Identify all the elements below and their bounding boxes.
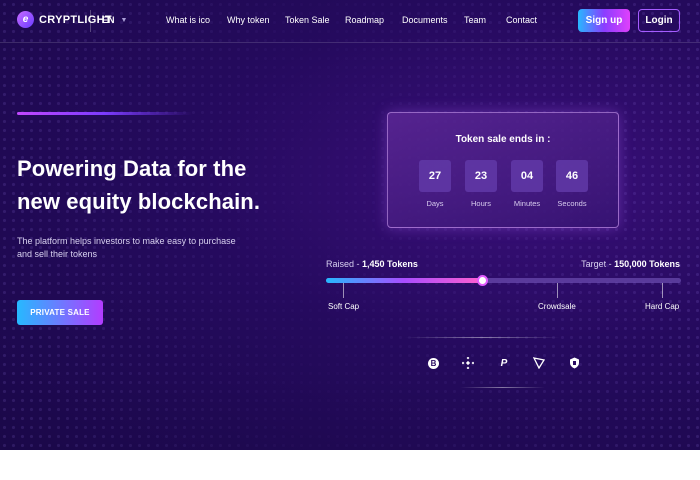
signup-button[interactable]: Sign up bbox=[578, 9, 630, 32]
divider-line bbox=[405, 337, 560, 338]
progress-fill bbox=[326, 278, 482, 283]
countdown-card: Token sale ends in : 27 Days 23 Hours 04… bbox=[387, 112, 619, 228]
bitcoin-icon: B bbox=[428, 358, 439, 369]
headline-line-2: new equity blockchain. bbox=[17, 189, 261, 214]
accent-line bbox=[17, 112, 192, 115]
e-logo-icon: e bbox=[17, 11, 34, 28]
milestone-tick bbox=[662, 283, 663, 298]
hero-headline: Powering Data for the new equity blockch… bbox=[17, 152, 317, 218]
nav-link-documents[interactable]: Documents bbox=[402, 15, 448, 25]
private-sale-button[interactable]: PRIVATE SALE bbox=[17, 300, 103, 325]
countdown-value: 27 bbox=[419, 160, 451, 192]
countdown-value: 46 bbox=[556, 160, 588, 192]
raised-value: 1,450 Tokens bbox=[362, 259, 418, 269]
nav-link-what-is-ico[interactable]: What is ico bbox=[166, 15, 210, 25]
countdown-hours: 23 Hours bbox=[465, 160, 497, 208]
countdown-days: 27 Days bbox=[419, 160, 451, 208]
countdown-minutes: 04 Minutes bbox=[511, 160, 543, 208]
nav-link-token-sale[interactable]: Token Sale bbox=[285, 15, 330, 25]
token-progress-bar bbox=[326, 275, 681, 286]
countdown-seconds: 46 Seconds bbox=[556, 160, 588, 208]
raised-label: Raised - bbox=[326, 259, 360, 269]
hero-section: e CRYPTLIGHT EN ▼ What is ico Why token … bbox=[0, 0, 700, 450]
countdown-label: Seconds bbox=[557, 199, 587, 208]
subtext-line-2: and sell their tokens bbox=[17, 248, 98, 259]
nav-divider bbox=[90, 10, 91, 32]
nav-link-team[interactable]: Team bbox=[464, 15, 486, 25]
login-button[interactable]: Login bbox=[638, 9, 680, 32]
language-selector[interactable]: EN ▼ bbox=[102, 15, 127, 25]
nav-link-roadmap[interactable]: Roadmap bbox=[345, 15, 384, 25]
next-section bbox=[0, 450, 700, 480]
countdown-value: 04 bbox=[511, 160, 543, 192]
tron-icon bbox=[532, 356, 546, 370]
progress-knob bbox=[477, 275, 488, 286]
divider-line bbox=[460, 387, 545, 388]
countdown-value: 23 bbox=[465, 160, 497, 192]
target-value: 150,000 Tokens bbox=[614, 259, 680, 269]
milestone-soft-cap: Soft Cap bbox=[328, 302, 360, 311]
nav-link-contact[interactable]: Contact bbox=[506, 15, 537, 25]
milestone-crowdsale: Crowdsale bbox=[538, 302, 576, 311]
language-current: EN bbox=[102, 15, 115, 25]
brand-name: CRYPTLIGHT bbox=[39, 13, 112, 26]
milestone-hard-cap: Hard Cap bbox=[645, 302, 680, 311]
shield-coin-icon bbox=[567, 356, 581, 370]
headline-line-1: Powering Data for the bbox=[17, 156, 247, 181]
countdown-title: Token sale ends in : bbox=[455, 134, 551, 145]
hero-subtext: The platform helps investors to make eas… bbox=[17, 235, 277, 260]
brand-logo[interactable]: e CRYPTLIGHT bbox=[17, 11, 112, 28]
nav-link-why-token[interactable]: Why token bbox=[227, 15, 270, 25]
paypal-icon: P bbox=[500, 357, 508, 369]
chevron-down-icon: ▼ bbox=[120, 16, 128, 24]
top-navigation: e CRYPTLIGHT EN ▼ What is ico Why token … bbox=[0, 0, 700, 43]
raised-amount: Raised - 1,450 Tokens bbox=[326, 259, 418, 269]
milestone-tick bbox=[343, 283, 344, 298]
subtext-line-1: The platform helps investors to make eas… bbox=[17, 236, 236, 246]
milestone-tick bbox=[557, 283, 558, 298]
target-amount: Target - 150,000 Tokens bbox=[581, 259, 680, 269]
target-label: Target - bbox=[581, 259, 612, 269]
binance-icon bbox=[461, 356, 475, 370]
